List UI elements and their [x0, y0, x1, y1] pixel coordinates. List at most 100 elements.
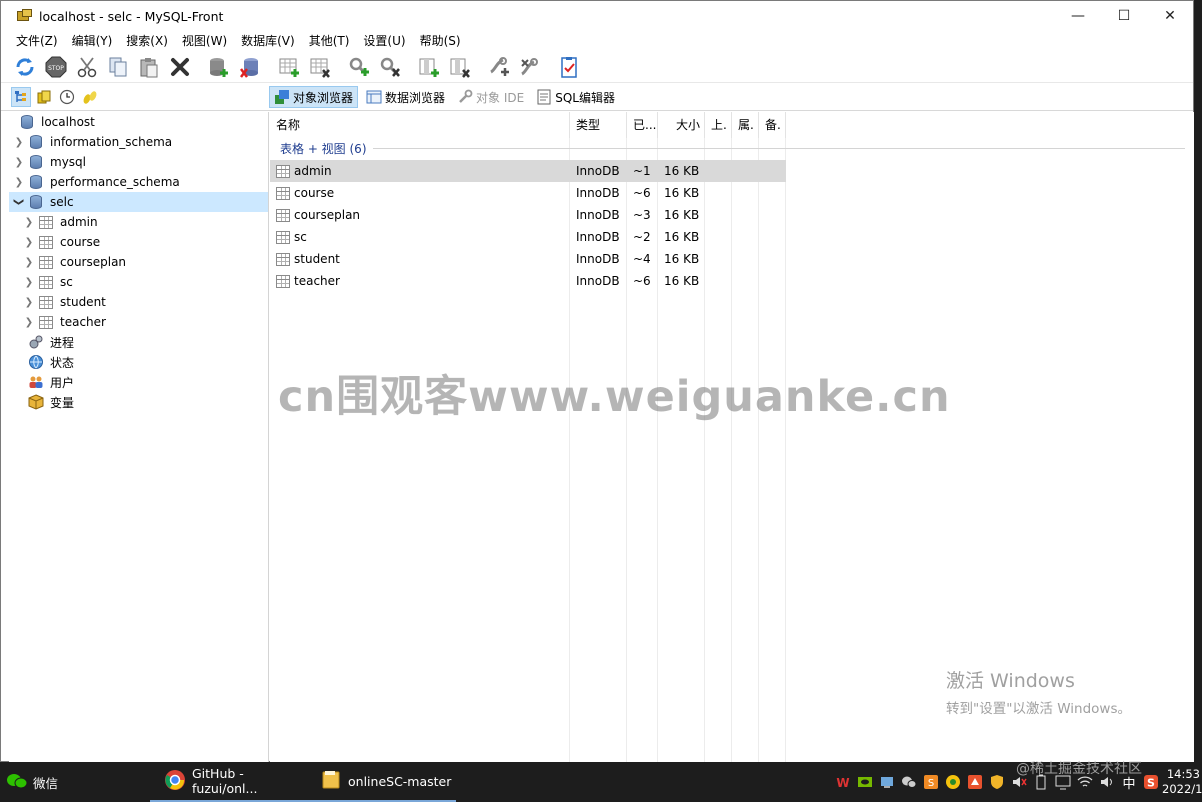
- sql-history-icon[interactable]: [80, 87, 100, 107]
- expand-chevron-icon[interactable]: ❯: [23, 296, 35, 308]
- tree-item-table-admin[interactable]: ❯ admin: [9, 212, 268, 232]
- expand-chevron-icon[interactable]: ❯: [13, 136, 25, 148]
- wechat-icon: [6, 772, 28, 793]
- tree-item-users[interactable]: 用户: [9, 372, 268, 392]
- taskbar-chrome[interactable]: GitHub - fuzui/onl...: [150, 762, 306, 802]
- row-name: teacher: [294, 274, 340, 288]
- table-row[interactable]: teacher InnoDB ~6 16 KB: [270, 270, 786, 292]
- column-header-updated[interactable]: 上.: [705, 112, 732, 138]
- expand-chevron-icon[interactable]: ❯: [23, 276, 35, 288]
- stop-icon[interactable]: STOP: [44, 55, 68, 79]
- app-red-icon[interactable]: [967, 774, 983, 790]
- column-header-comment[interactable]: 备.: [759, 112, 786, 138]
- column-header-name[interactable]: 名称: [270, 112, 570, 138]
- network-manager-icon[interactable]: [879, 774, 895, 790]
- wrench-icon: [457, 89, 473, 105]
- row-name: course: [294, 186, 335, 200]
- minimize-button[interactable]: —: [1055, 1, 1101, 31]
- tree-item-table-teacher[interactable]: ❯ teacher: [9, 312, 268, 332]
- title-bar[interactable]: localhost - selc - MySQL-Front — ☐ ✕: [1, 1, 1193, 31]
- expand-chevron-icon[interactable]: ❯: [23, 316, 35, 328]
- table-row[interactable]: courseplan InnoDB ~3 16 KB: [270, 204, 786, 226]
- history-clock-icon[interactable]: [57, 87, 77, 107]
- tree-view-icon[interactable]: [11, 87, 31, 107]
- taskbar-wechat[interactable]: 微信: [0, 762, 150, 802]
- tree-item-localhost[interactable]: localhost: [9, 112, 268, 132]
- index-delete-icon[interactable]: [378, 55, 402, 79]
- menu-help[interactable]: 帮助(S): [413, 31, 468, 51]
- tree-item-table-courseplan[interactable]: ❯ courseplan: [9, 252, 268, 272]
- expand-chevron-icon[interactable]: ❯: [13, 156, 25, 168]
- tree-item-information-schema[interactable]: ❯ information_schema: [9, 132, 268, 152]
- close-button[interactable]: ✕: [1147, 1, 1193, 31]
- expand-chevron-icon[interactable]: ❯: [23, 236, 35, 248]
- table-add-icon[interactable]: [277, 55, 301, 79]
- column-header-size[interactable]: 大小: [658, 112, 705, 138]
- refresh-icon[interactable]: [13, 55, 37, 79]
- expand-chevron-icon[interactable]: ❯: [23, 216, 35, 228]
- table-row[interactable]: sc InnoDB ~2 16 KB: [270, 226, 786, 248]
- maximize-button[interactable]: ☐: [1101, 1, 1147, 31]
- wps-icon[interactable]: W: [835, 774, 851, 790]
- index-add-icon[interactable]: [347, 55, 371, 79]
- tab-object-browser[interactable]: 对象浏览器: [269, 86, 359, 108]
- column-header-attributes[interactable]: 属.: [732, 112, 759, 138]
- database-delete-icon[interactable]: [238, 55, 262, 79]
- wechat-tray-icon[interactable]: [901, 774, 917, 790]
- tree-item-table-course[interactable]: ❯ course: [9, 232, 268, 252]
- windows-activation-notice: 激活 Windows 转到"设置"以激活 Windows。: [946, 666, 1131, 717]
- tree-item-mysql[interactable]: ❯ mysql: [9, 152, 268, 172]
- tree-item-variables[interactable]: 变量: [9, 392, 268, 412]
- bookmarks-icon[interactable]: [34, 87, 54, 107]
- table-row[interactable]: admin InnoDB ~1 16 KB: [270, 160, 786, 182]
- tree-item-table-sc[interactable]: ❯ sc: [9, 272, 268, 292]
- paste-icon[interactable]: [137, 55, 161, 79]
- tree-item-selc[interactable]: ❯ selc: [9, 192, 268, 212]
- tree-item-table-student[interactable]: ❯ student: [9, 292, 268, 312]
- menu-edit[interactable]: 编辑(Y): [65, 31, 120, 51]
- system-clock[interactable]: 14:53 2022/1: [1162, 767, 1202, 797]
- tree-item-processes[interactable]: 进程: [9, 332, 268, 352]
- menu-search[interactable]: 搜索(X): [119, 31, 175, 51]
- menu-view[interactable]: 视图(W): [175, 31, 234, 51]
- table-delete-icon[interactable]: [308, 55, 332, 79]
- table-row[interactable]: course InnoDB ~6 16 KB: [270, 182, 786, 204]
- tab-sql-editor[interactable]: SQL编辑器: [532, 86, 619, 108]
- copy-icon[interactable]: [106, 55, 130, 79]
- svg-text:S: S: [1147, 777, 1155, 790]
- row-records: ~1: [633, 164, 651, 178]
- checklist-icon[interactable]: [557, 55, 581, 79]
- column-header-records[interactable]: 已...: [627, 112, 658, 138]
- nvidia-icon[interactable]: [857, 774, 873, 790]
- security-shield-icon[interactable]: [989, 774, 1005, 790]
- collapse-chevron-icon[interactable]: ❯: [13, 196, 25, 208]
- app-orange-icon[interactable]: S: [923, 774, 939, 790]
- sogou-icon[interactable]: S: [1143, 774, 1159, 790]
- tree-item-performance-schema[interactable]: ❯ performance_schema: [9, 172, 268, 192]
- menu-other[interactable]: 其他(T): [302, 31, 357, 51]
- database-add-icon[interactable]: [207, 55, 231, 79]
- table-row[interactable]: student InnoDB ~4 16 KB: [270, 248, 786, 270]
- delete-icon[interactable]: [168, 55, 192, 79]
- group-header[interactable]: 表格 + 视图 (6): [280, 139, 1185, 157]
- menu-file[interactable]: 文件(Z): [9, 31, 65, 51]
- taskbar-wechat-label: 微信: [33, 775, 59, 791]
- taskbar-chrome-label: GitHub - fuzui/onl...: [192, 766, 258, 796]
- expand-chevron-icon[interactable]: ❯: [23, 256, 35, 268]
- tab-object-ide[interactable]: 对象 IDE: [453, 86, 528, 108]
- field-delete-icon[interactable]: [448, 55, 472, 79]
- field-add-icon[interactable]: [417, 55, 441, 79]
- tree-item-status[interactable]: 状态: [9, 352, 268, 372]
- cut-icon[interactable]: [75, 55, 99, 79]
- menu-settings[interactable]: 设置(U): [356, 31, 412, 51]
- app-yellow-icon[interactable]: [945, 774, 961, 790]
- foreign-key-delete-icon[interactable]: [518, 55, 542, 79]
- tab-data-browser[interactable]: 数据浏览器: [362, 86, 449, 108]
- row-records: ~6: [633, 274, 651, 288]
- main-toolbar: STOP: [1, 52, 1193, 83]
- menu-database[interactable]: 数据库(V): [234, 31, 302, 51]
- expand-chevron-icon[interactable]: ❯: [13, 176, 25, 188]
- taskbar-folder[interactable]: onlineSC-master: [306, 762, 456, 802]
- foreign-key-add-icon[interactable]: [487, 55, 511, 79]
- column-header-type[interactable]: 类型: [570, 112, 627, 138]
